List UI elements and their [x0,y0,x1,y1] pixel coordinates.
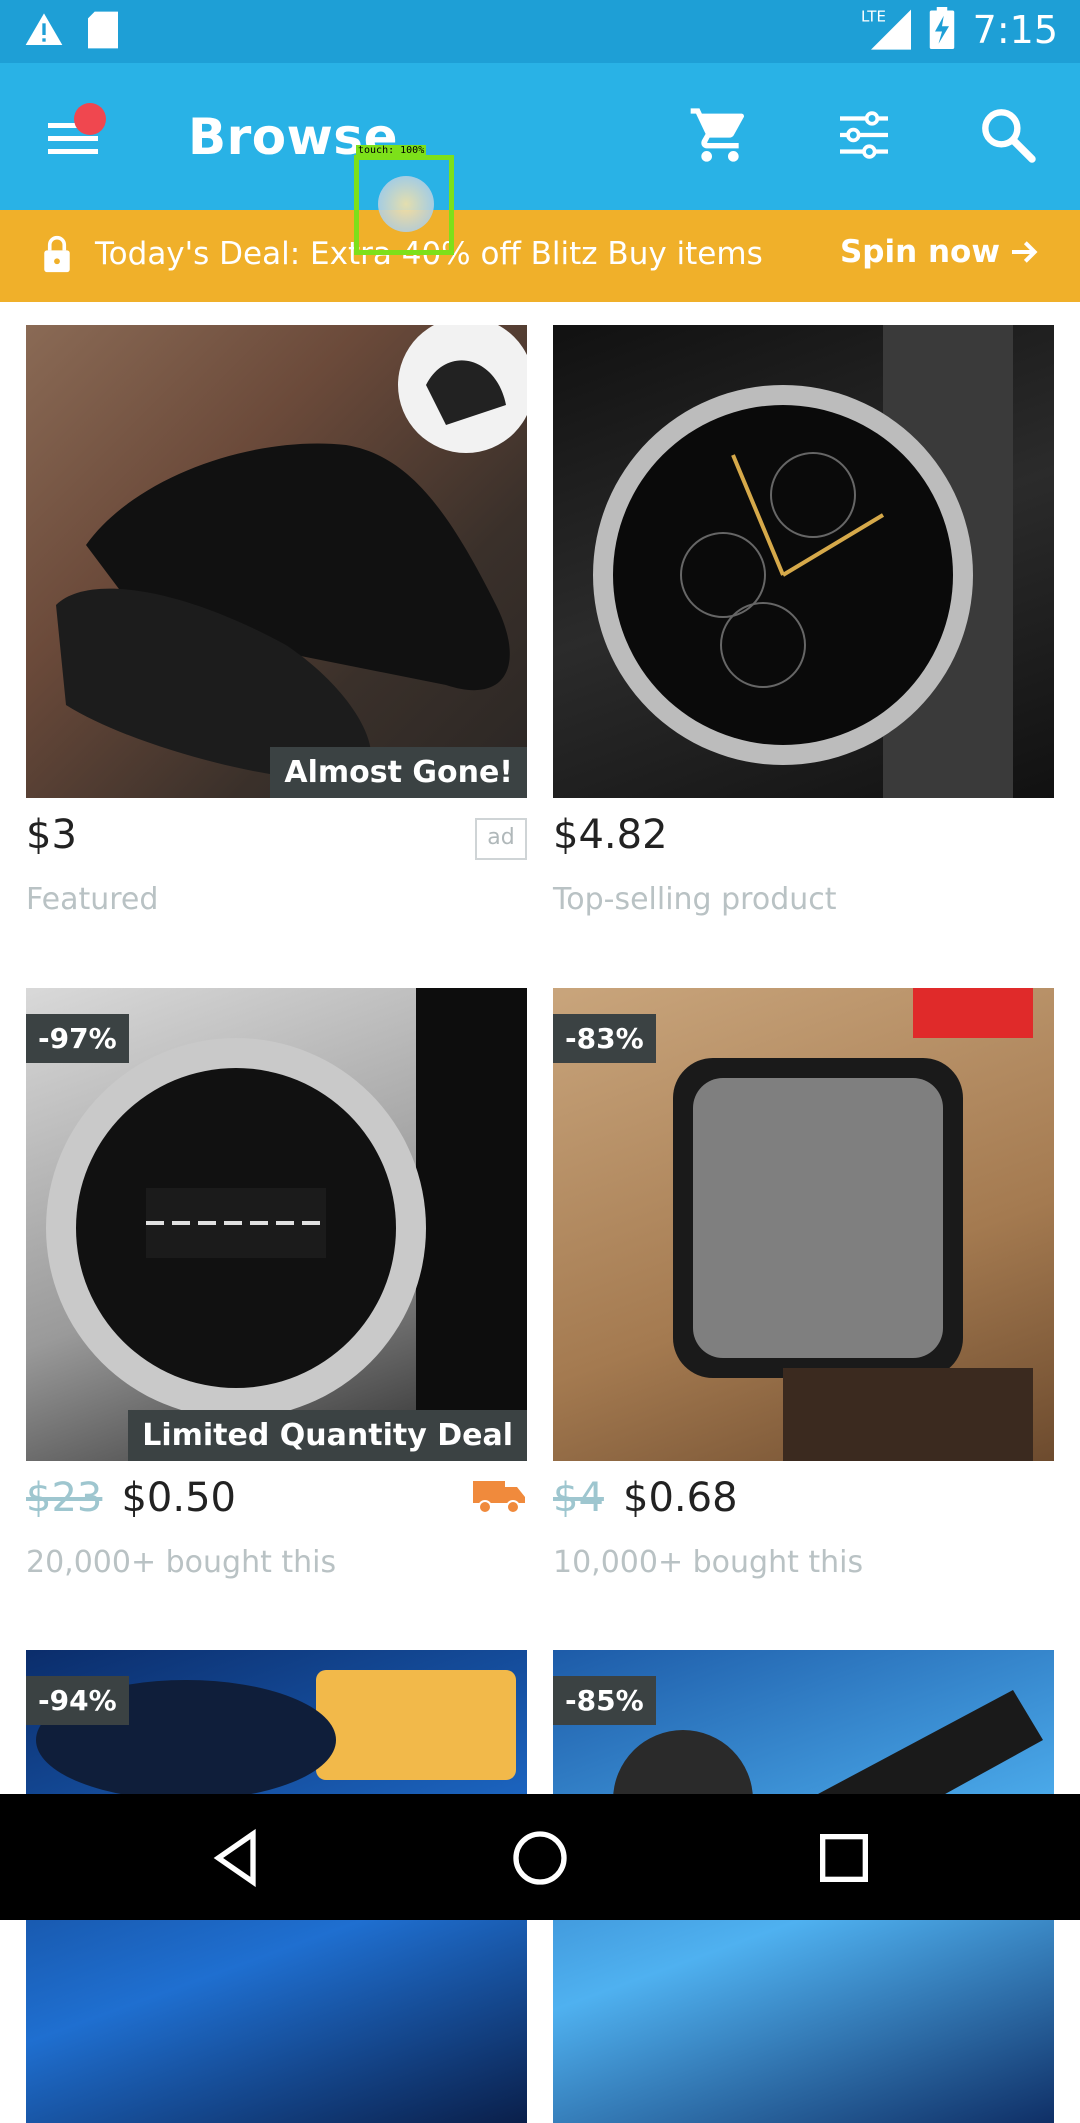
discount-badge: -85% [553,1676,656,1725]
product-card[interactable]: -97% Limited Quantity Deal $23 $0.50 20,… [26,988,527,1580]
home-button[interactable] [508,1826,572,1890]
spin-now-label: Spin now [839,234,1000,270]
cart-icon [690,108,744,162]
product-card[interactable]: -83% $4 $0.68 10,000+ bought this [553,988,1054,1580]
discount-badge: -83% [553,1014,656,1063]
original-price: $4 [553,1475,604,1521]
recents-button[interactable] [812,1826,876,1890]
status-bar: LTE 7:15 [0,0,1080,63]
product-subtitle: 10,000+ bought this [553,1545,864,1580]
touch-label: touch: 100% [356,145,427,156]
product-card[interactable]: $4.82 Top-selling product [553,325,1054,917]
deal-banner[interactable]: Today's Deal: Extra 40% off Blitz Buy it… [0,210,1080,302]
notification-dot [74,103,106,135]
spin-now-link[interactable]: Spin now [840,234,1040,270]
product-price: $4.82 [553,812,668,858]
back-button[interactable] [205,1826,269,1890]
menu-button[interactable] [40,103,110,163]
touch-point [378,176,434,232]
navigation-bar [0,1794,1080,1920]
back-triangle-icon [213,1828,256,1888]
product-image: -97% Limited Quantity Deal [26,988,527,1461]
warning-icon [24,10,64,54]
product-subtitle: Top-selling product [553,882,837,917]
product-card[interactable]: Almost Gone! $3 ad Featured [26,325,527,917]
product-price: $0.50 [121,1475,236,1521]
network-type: LTE [861,7,886,25]
product-price: $0.68 [623,1475,738,1521]
lock-icon [42,234,72,278]
price-row: $4.82 [553,812,1054,882]
watch-image [593,325,1013,798]
status-time: 7:15 [972,8,1058,52]
fast-shipping-truck-icon [473,1475,527,1519]
battery-charging-icon [929,7,955,53]
recents-square-icon [820,1834,868,1882]
search-button[interactable] [976,103,1040,167]
app-bar: Browse [0,63,1080,210]
product-image [553,325,1054,798]
sd-card-icon [86,10,120,54]
ad-tag: ad [475,818,527,860]
product-subtitle: 20,000+ bought this [26,1545,337,1580]
filter-button[interactable] [832,103,896,167]
product-subtitle: Featured [26,882,159,917]
search-icon [982,109,1036,163]
cart-button[interactable] [688,103,752,167]
discount-badge: -97% [26,1014,129,1063]
price-row: $3 ad [26,812,527,882]
home-circle-icon [513,1831,567,1885]
product-price: $3 [26,812,77,858]
price-row: $23 $0.50 [26,1475,527,1545]
product-badge: Almost Gone! [270,747,527,798]
product-image: Almost Gone! [26,325,527,798]
arrow-right-icon [1012,241,1038,263]
discount-badge: -94% [26,1676,129,1725]
sliders-icon [840,111,888,159]
shoe-image [56,325,527,781]
original-price: $23 [26,1475,103,1521]
price-row: $4 $0.68 [553,1475,1054,1545]
lte-signal-icon: LTE [861,6,911,54]
product-image: -83% [553,988,1054,1461]
product-badge: Limited Quantity Deal [128,1410,527,1461]
